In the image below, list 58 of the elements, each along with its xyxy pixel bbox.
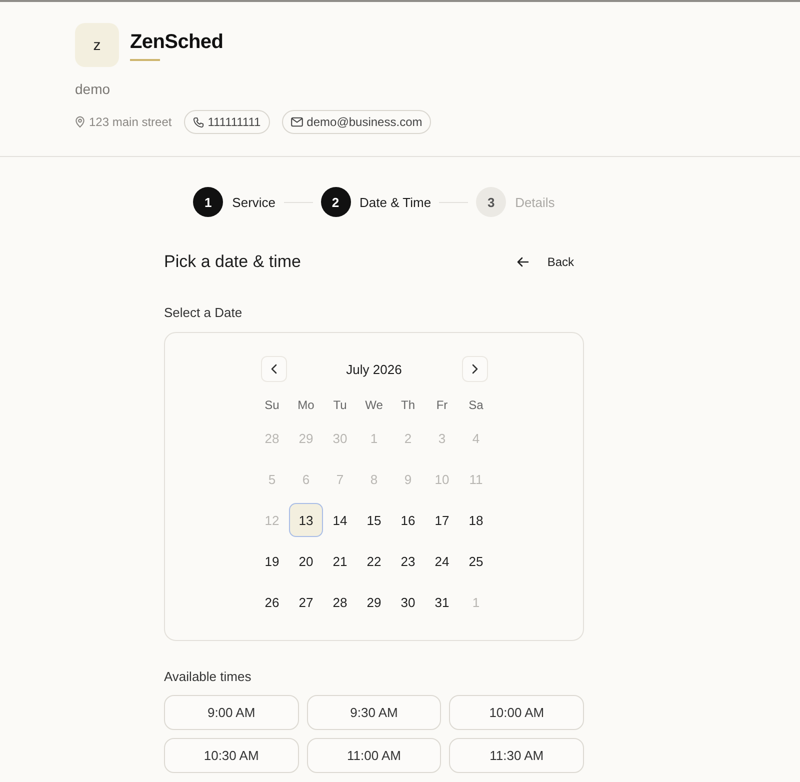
- time-slot-button[interactable]: 9:30 AM: [306, 695, 442, 730]
- step-label: Date & Time: [360, 194, 432, 210]
- weekday-label: Fr: [435, 397, 449, 413]
- calendar-day[interactable]: 31: [425, 585, 459, 619]
- address-text: 123 main street: [89, 115, 172, 129]
- weekday-label: Su: [264, 397, 280, 413]
- calendar-day[interactable]: 28: [323, 585, 357, 619]
- section-label: Select a Date: [164, 305, 244, 321]
- calendar-day[interactable]: 16: [391, 503, 425, 537]
- calendar-day[interactable]: 18: [459, 503, 493, 537]
- business-name: ZenSched: [130, 31, 224, 53]
- mail-icon: [290, 117, 303, 127]
- time-slot-button[interactable]: 11:00 AM: [306, 738, 442, 773]
- logo-tile: z: [75, 23, 119, 67]
- accent-underline: [130, 59, 160, 61]
- calendar-day[interactable]: 30: [391, 585, 425, 619]
- calendar-day[interactable]: 17: [425, 503, 459, 537]
- location-pin-icon: [75, 116, 85, 128]
- weekday-label: Mo: [296, 397, 316, 413]
- weekday-label: Sa: [468, 397, 484, 413]
- calendar-day[interactable]: 13: [289, 503, 323, 537]
- chevron-right-icon: [472, 364, 478, 374]
- calendar-day[interactable]: 23: [391, 544, 425, 578]
- calendar-day[interactable]: 24: [425, 544, 459, 578]
- chevron-left-icon: [270, 364, 276, 374]
- step-number: 3: [476, 187, 506, 217]
- step-number: 1: [193, 187, 224, 217]
- calendar-day[interactable]: 25: [459, 544, 493, 578]
- time-slot-button[interactable]: 11:30 AM: [449, 738, 584, 773]
- calendar-day[interactable]: 27: [289, 585, 323, 619]
- calendar-day[interactable]: 15: [357, 503, 391, 537]
- section-label: Available times: [164, 669, 252, 685]
- time-slot-button[interactable]: 10:30 AM: [164, 738, 299, 773]
- time-slot-button[interactable]: 10:00 AM: [449, 695, 584, 730]
- weekday-label: Tu: [332, 397, 348, 413]
- next-month-button[interactable]: [462, 356, 488, 382]
- email-chip[interactable]: demo@business.com: [282, 110, 432, 134]
- phone-icon: [192, 116, 204, 128]
- calendar-day[interactable]: 21: [323, 544, 357, 578]
- month-label: July 2026: [346, 362, 402, 376]
- arrow-left-icon: [517, 257, 530, 267]
- weekday-label: Th: [400, 397, 416, 413]
- phone-chip[interactable]: 111111111: [184, 110, 270, 134]
- page-title: Pick a date & time: [164, 251, 302, 273]
- business-description: demo: [75, 81, 112, 97]
- weekday-label: We: [364, 397, 384, 413]
- calendar-day[interactable]: 22: [357, 544, 391, 578]
- previous-month-button[interactable]: [260, 356, 286, 382]
- calendar-day[interactable]: 29: [357, 585, 391, 619]
- calendar-day[interactable]: 19: [255, 544, 289, 578]
- step-number: 2: [320, 187, 351, 217]
- calendar-day[interactable]: 20: [289, 544, 323, 578]
- calendar-day[interactable]: 26: [255, 585, 289, 619]
- calendar-day[interactable]: 14: [323, 503, 357, 537]
- step-label: Details: [515, 194, 555, 210]
- step-label: Service: [232, 194, 276, 210]
- back-button[interactable]: Back: [507, 249, 584, 275]
- time-slot-button[interactable]: 9:00 AM: [164, 695, 299, 730]
